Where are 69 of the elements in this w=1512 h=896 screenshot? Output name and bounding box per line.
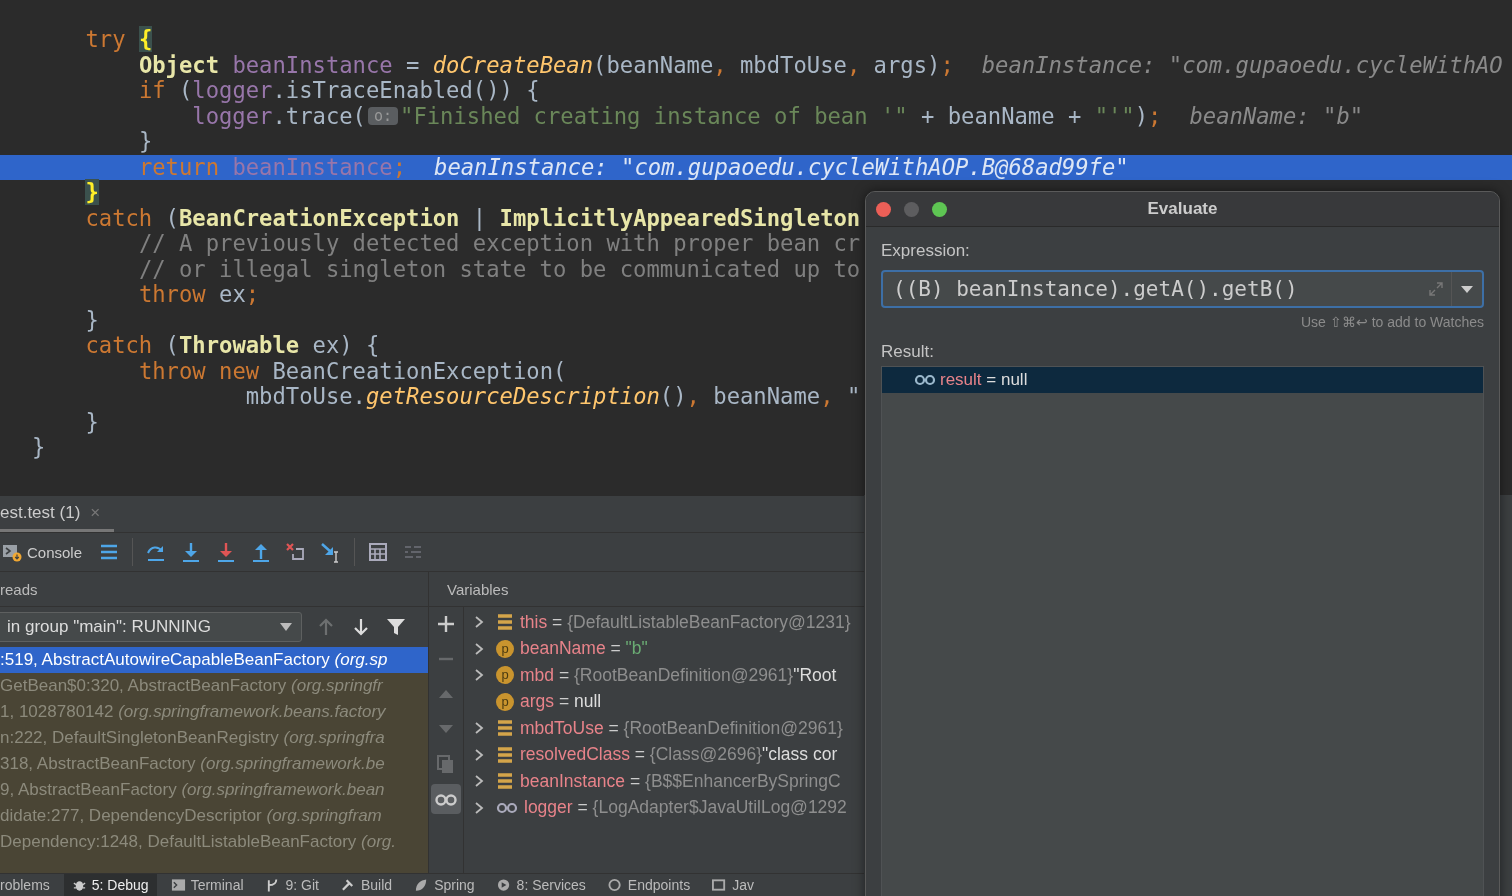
parameter-hint: o: — [367, 107, 399, 126]
parameter-icon: p — [496, 692, 514, 711]
tool-window-tab[interactable]: Endpoints — [627, 877, 691, 893]
code-text: if (logger.isTraceEnabled()) { — [137, 78, 540, 104]
code-text: } — [32, 435, 46, 461]
pane-title: Variables — [447, 580, 509, 598]
parameter-icon: p — [496, 666, 514, 685]
stack-frame[interactable]: :519, AbstractAutowireCapableBeanFactory (org.sp — [0, 647, 428, 673]
zoom-button[interactable] — [932, 202, 947, 217]
tool-window-tab[interactable]: 9: Git — [285, 877, 319, 893]
code-text: } — [137, 129, 153, 155]
glasses-icon — [496, 800, 518, 815]
tool-window-tab[interactable]: Build — [361, 877, 393, 893]
inline-value: beanInstance: "com.gupaoedu.cycleWithAO — [981, 52, 1503, 78]
session-tab[interactable]: est.test (1) — [0, 502, 81, 523]
pane-title: reads — [0, 580, 38, 598]
tool-window-tab[interactable]: 8: Services — [516, 877, 586, 893]
tool-window-tab[interactable]: Jav — [732, 877, 754, 893]
play-icon — [496, 878, 512, 892]
caret-icon — [279, 622, 293, 632]
stripes-icon — [496, 613, 514, 632]
tool-window-tab[interactable]: roblems — [0, 877, 50, 893]
caret-icon[interactable] — [1460, 284, 1474, 294]
code-text: "Finished creating instance of bean '" + beanName + "'"); — [400, 103, 1162, 129]
code-text: throw new BeanCreationException( — [137, 358, 567, 384]
stripes-icon — [496, 719, 514, 738]
code-text: try { — [84, 27, 153, 53]
variable-entry: mbd = {RootBeanDefinition@2961}"Root — [520, 664, 837, 686]
dialog-title: Evaluate — [1147, 199, 1218, 219]
result-entry[interactable]: result = null — [940, 370, 1028, 390]
code-text: throw ex; — [137, 282, 260, 308]
variable-entry: logger = {LogAdapter$JavaUtilLog@1292 — [524, 797, 847, 819]
stripes-icon — [496, 745, 514, 764]
parameter-icon: p — [496, 639, 514, 658]
variable-entry: mbdToUse = {RootBeanDefinition@2961} — [520, 717, 843, 739]
field-label: Expression: — [881, 241, 970, 261]
code-text: } — [84, 180, 99, 206]
code-text: mbdToUse.getResourceDescription(), beanName, " — [244, 384, 861, 410]
hammer-icon — [341, 878, 356, 892]
variable-entry: resolvedClass = {Class@2696}"class cor — [520, 744, 838, 766]
code-text: } — [84, 307, 99, 333]
close-button[interactable] — [876, 202, 891, 217]
field-label: Result: — [881, 342, 934, 362]
variable-entry: beanInstance = {B$$EnhancerBySpringC — [520, 770, 841, 792]
glasses-icon — [914, 373, 936, 387]
inline-value: beanName: "b" — [1189, 103, 1364, 129]
code-text: logger.trace( — [191, 103, 366, 129]
glasses-icon[interactable] — [431, 784, 461, 814]
console-tab[interactable]: Console — [2, 542, 87, 562]
filter-icon[interactable] — [385, 616, 407, 638]
code-text: return beanInstance; — [137, 154, 407, 180]
window-icon — [712, 878, 728, 892]
stripes-icon — [496, 772, 514, 791]
code-text: } — [84, 409, 99, 435]
tool-window-tab[interactable]: Terminal — [190, 877, 244, 893]
inline-value: beanInstance: "com.gupaoedu.cycleWithAOP.B@68ad99fe" — [434, 154, 1129, 180]
code-text: catch (BeanCreationException | ImplicitlyAppearedSingleton — [84, 205, 861, 231]
code-text: catch (Throwable ex) { — [84, 333, 380, 359]
code-text: // or illegal singleton state to be communicated up to — [137, 256, 861, 282]
variable-entry: beanName = "b" — [520, 638, 648, 660]
thread-dropdown[interactable]: in group "main": RUNNING — [0, 612, 302, 642]
terminal-icon — [170, 878, 186, 892]
tool-window-tab[interactable]: Spring — [434, 877, 475, 893]
variable-entry: args = null — [520, 691, 602, 713]
code-text: // A previously detected exception with proper bean cr — [137, 231, 861, 257]
bug-icon — [71, 878, 87, 892]
hint-text: Use ⇧⌘↩ to add to Watches — [1301, 314, 1484, 330]
variable-entry: this = {DefaultListableBeanFactory@1231} — [520, 611, 851, 633]
code-text: Object beanInstance = doCreateBean(beanName, mbdToUse, args); — [137, 52, 954, 78]
